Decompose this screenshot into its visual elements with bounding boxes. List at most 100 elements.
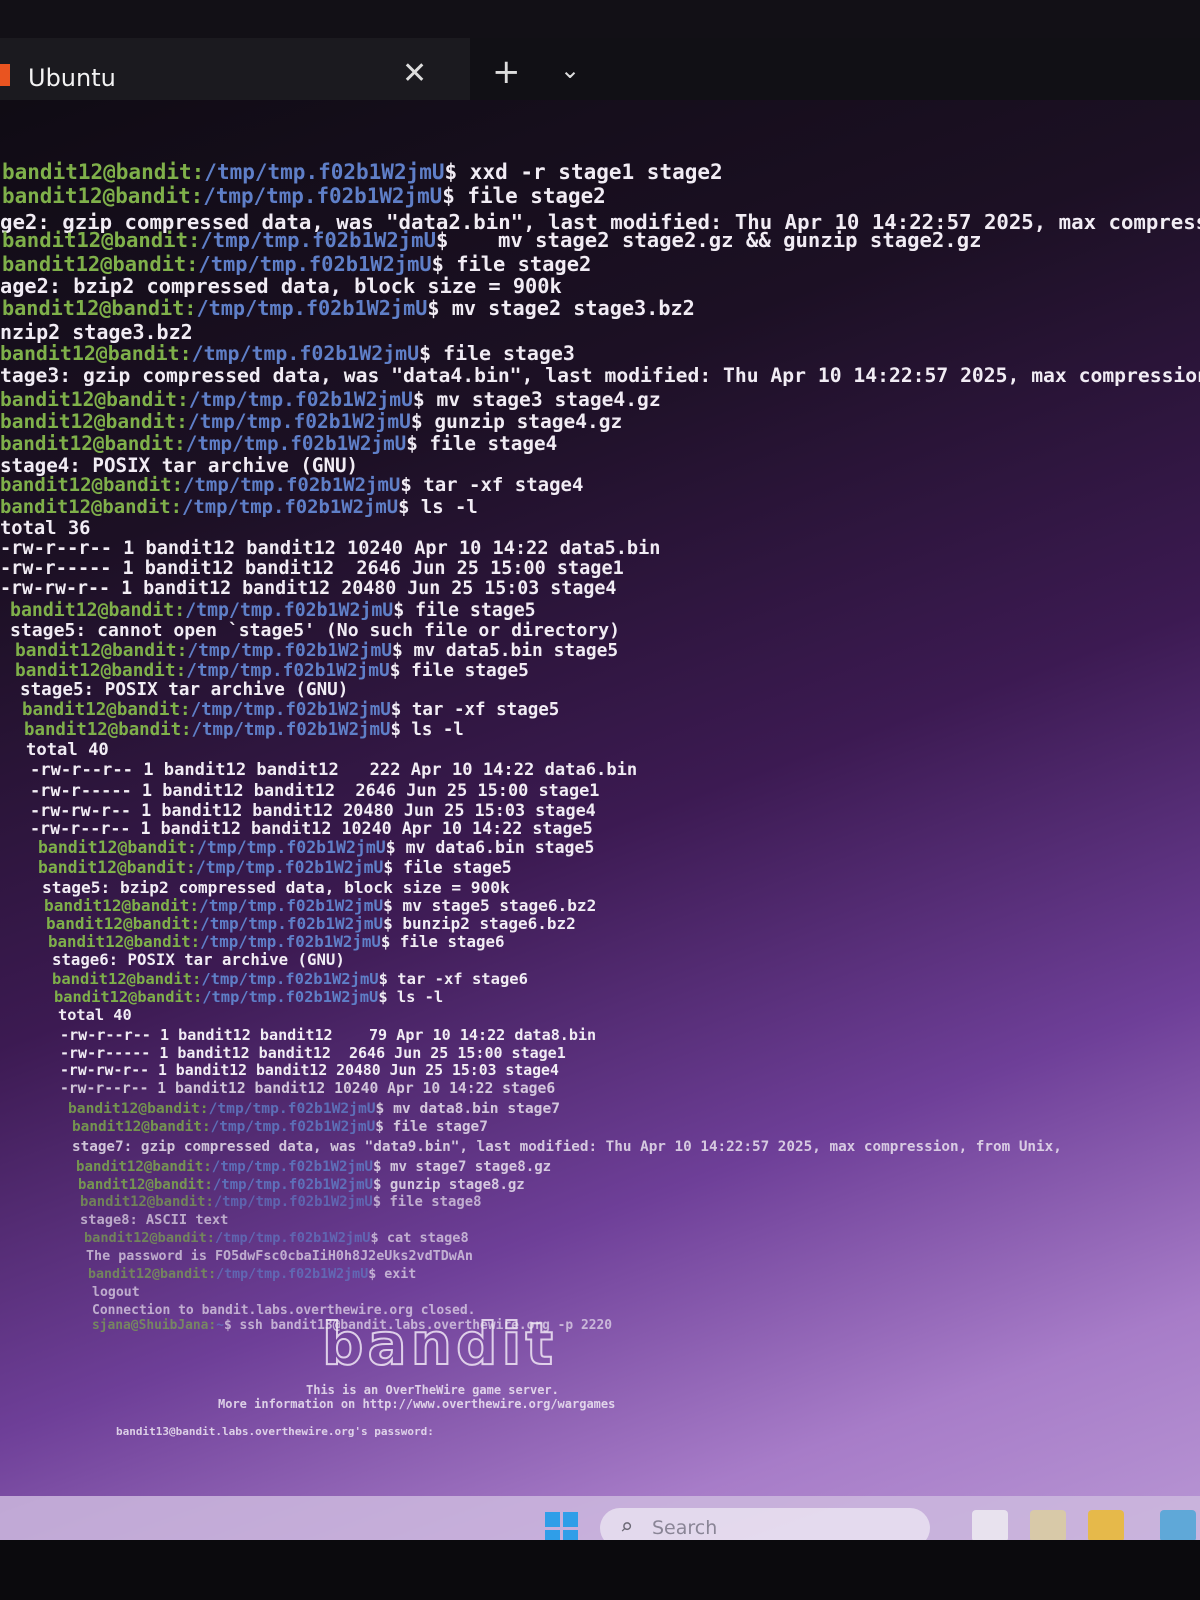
command-text: $ file stage8 bbox=[372, 1194, 482, 1210]
prompt-user: bandit12@bandit: bbox=[38, 858, 196, 877]
prompt-path: /tmp/tmp.f02b1W2jmU bbox=[199, 896, 384, 915]
prompt-user: bandit12@bandit: bbox=[54, 988, 203, 1006]
prompt-user: bandit12@bandit: bbox=[10, 600, 186, 621]
chevron-down-icon[interactable]: ⌄ bbox=[560, 56, 580, 84]
prompt-path: /tmp/tmp.f02b1W2jmU bbox=[202, 988, 379, 1006]
prompt-line: bandit12@bandit:/tmp/tmp.f02b1W2jmU$ fil… bbox=[2, 186, 606, 207]
search-placeholder: Search bbox=[652, 1517, 718, 1539]
prompt-line: bandit12@bandit:/tmp/tmp.f02b1W2jmU$ tar… bbox=[0, 476, 583, 495]
taskbar-search[interactable]: ⌕ Search bbox=[600, 1508, 930, 1540]
prompt-user: bandit12@bandit: bbox=[0, 432, 186, 455]
prompt-path: /tmp/tmp.f02b1W2jmU bbox=[196, 838, 386, 857]
prompt-path: /tmp/tmp.f02b1W2jmU bbox=[181, 496, 399, 518]
store-icon[interactable] bbox=[1030, 1510, 1066, 1540]
command-text: $ mv data5.bin stage5 bbox=[392, 640, 619, 661]
title-bar: Ubuntu ✕ + ⌄ bbox=[0, 38, 1200, 100]
prompt-line: bandit12@bandit:/tmp/tmp.f02b1W2jmU$ mv … bbox=[38, 838, 595, 857]
command-text: $ bunzip2 stage6.bz2 bbox=[383, 914, 576, 933]
prompt-path: /tmp/tmp.f02b1W2jmU bbox=[185, 432, 407, 455]
prompt-line: bandit12@bandit:/tmp/tmp.f02b1W2jmU$ mv … bbox=[44, 896, 597, 915]
prompt-path: /tmp/tmp.f02b1W2jmU bbox=[211, 1159, 373, 1175]
prompt-line: bandit12@bandit:/tmp/tmp.f02b1W2jmU$ fil… bbox=[10, 600, 536, 621]
prompt-path: /tmp/tmp.f02b1W2jmU bbox=[187, 410, 411, 433]
prompt-path: ~ bbox=[216, 1318, 224, 1333]
output-line: -rw-r--r-- 1 bandit12 bandit12 79 Apr 10… bbox=[60, 1026, 597, 1044]
prompt-line: sjana@ShuibJana:~$ ssh bandit13@bandit.l… bbox=[92, 1318, 612, 1333]
prompt-line: bandit12@bandit:/tmp/tmp.f02b1W2jmU$ bun… bbox=[46, 916, 576, 932]
prompt-line: bandit12@bandit:/tmp/tmp.f02b1W2jmU$ fil… bbox=[80, 1194, 482, 1210]
prompt-path: /tmp/tmp.f02b1W2jmU bbox=[200, 228, 436, 252]
prompt-line: bandit12@bandit:/tmp/tmp.f02b1W2jmU$ mv … bbox=[2, 230, 982, 251]
prompt-user: bandit12@bandit: bbox=[80, 1194, 214, 1210]
command-text: $ cat stage8 bbox=[370, 1230, 469, 1246]
prompt-line: bandit12@bandit:/tmp/tmp.f02b1W2jmU$ xxd… bbox=[2, 162, 723, 183]
taskbar: ⌕ Search bbox=[0, 1496, 1200, 1540]
output-line: -rw-r--r-- 1 bandit12 bandit12 10240 Apr… bbox=[0, 538, 661, 559]
close-tab-icon[interactable]: ✕ bbox=[402, 56, 427, 91]
prompt-line: bandit12@bandit:/tmp/tmp.f02b1W2jmU$ mv … bbox=[15, 642, 618, 660]
output-line: -rw-r----- 1 bandit12 bandit12 2646 Jun … bbox=[30, 780, 600, 800]
output-line: nzip2 stage3.bz2 bbox=[0, 320, 193, 344]
command-text: $ mv data6.bin stage5 bbox=[385, 838, 595, 857]
prompt-line: bandit12@bandit:/tmp/tmp.f02b1W2jmU$ tar… bbox=[52, 970, 528, 988]
app-icon[interactable] bbox=[1160, 1510, 1196, 1540]
command-text: $ file stage5 bbox=[383, 858, 512, 877]
prompt-path: /tmp/tmp.f02b1W2jmU bbox=[201, 970, 379, 988]
prompt-path: /tmp/tmp.f02b1W2jmU bbox=[200, 914, 384, 933]
prompt-path: /tmp/tmp.f02b1W2jmU bbox=[198, 252, 432, 276]
command-text: $ ls -l bbox=[378, 988, 444, 1006]
output-line: -rw-r----- 1 bandit12 bandit12 2646 Jun … bbox=[0, 558, 624, 579]
prompt-path: /tmp/tmp.f02b1W2jmU bbox=[187, 640, 392, 661]
prompt-line: bandit12@bandit:/tmp/tmp.f02b1W2jmU$ mv … bbox=[0, 390, 661, 410]
banner-info-line: This is an OverTheWire game server. bbox=[306, 1383, 559, 1397]
windows-start-icon[interactable] bbox=[545, 1512, 579, 1540]
tab-ubuntu[interactable]: Ubuntu bbox=[28, 64, 116, 92]
command-text: $ file stage5 bbox=[389, 660, 529, 681]
prompt-line: bandit12@bandit:/tmp/tmp.f02b1W2jmU$ fil… bbox=[0, 434, 557, 453]
prompt-line: bandit12@bandit:/tmp/tmp.f02b1W2jmU$ fil… bbox=[2, 254, 591, 274]
prompt-line: bandit12@bandit:/tmp/tmp.f02b1W2jmU$ ls … bbox=[0, 498, 478, 517]
output-line: total 40 bbox=[58, 1006, 132, 1024]
prompt-user: bandit12@bandit: bbox=[2, 228, 201, 252]
prompt-path: /tmp/tmp.f02b1W2jmU bbox=[210, 1119, 376, 1135]
prompt-user: bandit12@bandit: bbox=[52, 970, 202, 988]
folder-icon[interactable] bbox=[1088, 1510, 1124, 1540]
password-prompt: bandit13@bandit.labs.overthewire.org's p… bbox=[116, 1425, 434, 1438]
output-line: -rw-r--r-- 1 bandit12 bandit12 222 Apr 1… bbox=[30, 760, 638, 780]
output-line: stage4: POSIX tar archive (GNU) bbox=[0, 454, 359, 477]
prompt-path: /tmp/tmp.f02b1W2jmU bbox=[213, 1194, 373, 1210]
terminal-output[interactable]: bandit This is an OverTheWire game serve… bbox=[0, 100, 1200, 1480]
prompt-line: bandit12@bandit:/tmp/tmp.f02b1W2jmU$ ls … bbox=[54, 988, 444, 1006]
command-text: $ mv stage7 stage8.gz bbox=[372, 1159, 552, 1175]
prompt-user: sjana@ShuibJana: bbox=[92, 1318, 217, 1333]
terminal-window[interactable]: Ubuntu ✕ + ⌄ bandit This is an OverTheWi… bbox=[0, 38, 1200, 1540]
output-line: stage8: ASCII text bbox=[80, 1212, 229, 1228]
prompt-user: bandit12@bandit: bbox=[2, 160, 205, 184]
prompt-user: bandit12@bandit: bbox=[15, 660, 187, 681]
prompt-path: /tmp/tmp.f02b1W2jmU bbox=[195, 858, 384, 877]
command-text: $ file stage5 bbox=[393, 600, 536, 621]
prompt-user: bandit12@bandit: bbox=[15, 640, 188, 661]
output-line: Connection to bandit.labs.overthewire.or… bbox=[92, 1303, 476, 1318]
new-tab-icon[interactable]: + bbox=[492, 52, 521, 92]
output-line: logout bbox=[92, 1285, 140, 1300]
banner-info-line: More information on http://www.overthewi… bbox=[218, 1397, 616, 1411]
prompt-user: bandit12@bandit: bbox=[72, 1119, 211, 1135]
output-line: age2: bzip2 compressed data, block size … bbox=[0, 274, 562, 298]
command-text: $ mv stage5 stage6.bz2 bbox=[383, 896, 597, 915]
command-text: $ mv data8.bin stage7 bbox=[375, 1100, 561, 1117]
prompt-user: bandit12@bandit: bbox=[2, 296, 197, 320]
prompt-line: bandit12@bandit:/tmp/tmp.f02b1W2jmU$ fil… bbox=[0, 344, 575, 364]
prompt-user: bandit12@bandit: bbox=[68, 1100, 209, 1117]
prompt-user: bandit12@bandit: bbox=[84, 1230, 215, 1246]
monitor-bezel-top bbox=[0, 0, 1200, 40]
command-text: $ xxd -r stage1 stage2 bbox=[444, 160, 723, 184]
prompt-path: /tmp/tmp.f02b1W2jmU bbox=[185, 600, 394, 621]
command-text: $ ls -l bbox=[398, 496, 478, 518]
task-view-icon[interactable] bbox=[972, 1510, 1008, 1540]
prompt-user: bandit12@bandit: bbox=[0, 474, 184, 496]
prompt-user: bandit12@bandit: bbox=[38, 838, 197, 857]
output-line: stage6: POSIX tar archive (GNU) bbox=[52, 950, 345, 969]
prompt-user: bandit12@bandit: bbox=[24, 720, 192, 740]
prompt-user: bandit12@bandit: bbox=[78, 1177, 213, 1193]
